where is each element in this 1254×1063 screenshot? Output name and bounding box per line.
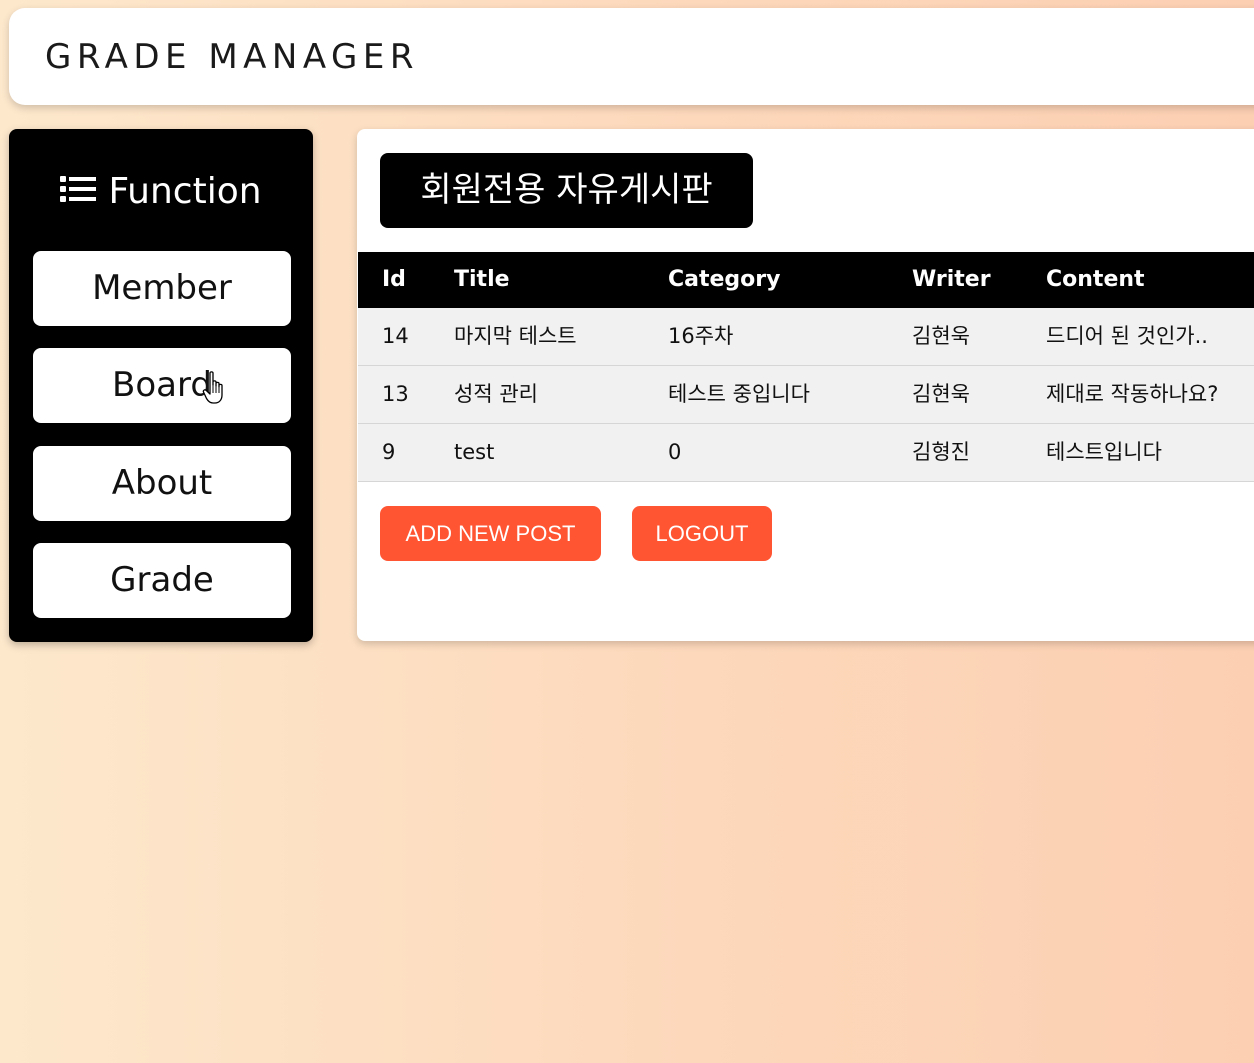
- sidebar-item-member[interactable]: Member: [33, 251, 291, 326]
- cell-content: 드디어 된 것인가..: [1046, 324, 1208, 348]
- sidebar-item-grade[interactable]: Grade: [33, 543, 291, 618]
- cell-content: 제대로 작동하나요?: [1046, 382, 1219, 406]
- list-icon: [60, 176, 97, 202]
- cell-id: 9: [382, 440, 396, 464]
- column-header-category: Category: [668, 267, 781, 292]
- top-bar: GRADE MANAGER: [9, 8, 1254, 105]
- cell-id: 13: [382, 382, 409, 406]
- cell-category: 테스트 중입니다: [668, 382, 810, 406]
- column-header-title: Title: [454, 267, 510, 292]
- board-title: 회원전용 자유게시판: [380, 153, 753, 228]
- column-header-writer: Writer: [912, 267, 991, 292]
- table-row[interactable]: 14 마지막 테스트 16주차 김현욱 드디어 된 것인가..: [358, 308, 1254, 366]
- add-new-post-button[interactable]: ADD NEW POST: [380, 506, 601, 561]
- cell-writer: 김현욱: [912, 324, 970, 348]
- cell-content: 테스트입니다: [1046, 440, 1162, 464]
- logout-button[interactable]: LOGOUT: [632, 506, 772, 561]
- cell-category: 0: [668, 440, 682, 464]
- sidebar-item-about[interactable]: About: [33, 446, 291, 521]
- column-header-content: Content: [1046, 267, 1145, 292]
- cell-title[interactable]: 마지막 테스트: [454, 308, 577, 365]
- cell-title[interactable]: test: [454, 424, 494, 481]
- cell-writer: 김형진: [912, 440, 970, 464]
- sidebar-heading-label: Function: [108, 171, 262, 212]
- cell-category: 16주차: [668, 324, 734, 348]
- table-header: Id Title Category Writer Content: [358, 252, 1254, 308]
- table-row[interactable]: 13 성적 관리 테스트 중입니다 김현욱 제대로 작동하나요?: [358, 366, 1254, 424]
- table-row[interactable]: 9 test 0 김형진 테스트입니다: [358, 424, 1254, 482]
- hand-pointer-icon: [202, 371, 223, 404]
- cell-title[interactable]: 성적 관리: [454, 366, 538, 423]
- cell-writer: 김현욱: [912, 382, 970, 406]
- sidebar-heading: Function: [0, 168, 322, 215]
- app-title: GRADE MANAGER: [45, 37, 419, 77]
- cell-id: 14: [382, 324, 409, 348]
- column-header-id: Id: [382, 267, 406, 292]
- sidebar-item-board[interactable]: Board: [33, 348, 291, 423]
